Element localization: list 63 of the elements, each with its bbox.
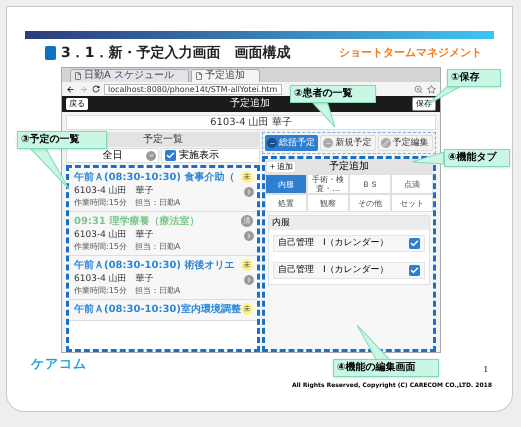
chevron-icon[interactable] — [244, 275, 254, 285]
category-tab[interactable]: その他 — [349, 194, 391, 212]
chevron-icon[interactable] — [244, 187, 254, 197]
page-number: 1 — [484, 363, 488, 376]
schedule-meta: 作業時間:15分 担当：日勤A — [74, 197, 182, 208]
callout: ④機能の編集画面 — [333, 359, 439, 377]
page-icon — [195, 72, 204, 80]
page-icon — [74, 72, 82, 80]
forward-icon[interactable] — [79, 84, 88, 94]
screen-title: 予定追加 — [229, 99, 271, 109]
category-tab[interactable]: ＢＳ — [349, 174, 391, 194]
callout: ①保存 — [447, 69, 501, 87]
period-select[interactable]: 全日 — [66, 148, 159, 163]
company-logo: ケアコム — [31, 356, 87, 374]
checkbox-label: 実施表示 — [179, 150, 219, 160]
chevron-icon[interactable] — [244, 231, 254, 241]
patient-bar[interactable]: 6103-4 山田 華子 — [66, 115, 436, 130]
checkbox[interactable] — [165, 150, 176, 161]
schedule-meta: 作業時間:15分 担当：日勤A — [74, 241, 182, 252]
section-header: 内服 — [269, 216, 429, 230]
callout: ③予定の一覧 — [17, 131, 107, 149]
category-tab[interactable]: 内服 — [265, 174, 307, 194]
category-tab[interactable]: 処置 — [265, 194, 307, 212]
schedule-title: 午前Ａ(08:30-10:30)室内環境調整 — [74, 303, 239, 317]
medication-row[interactable]: 自己管理 Ⅰ（カレンダー） — [273, 235, 425, 252]
back-button[interactable]: 戻る — [66, 98, 88, 110]
title-marker-icon — [45, 46, 56, 60]
plus-icon — [269, 163, 276, 170]
schedule-meta: 作業時間:15分 担当：日勤A — [74, 285, 182, 296]
product-name: ショートタームマネジメント — [339, 44, 482, 61]
schedule-title: 09:31 理学療養（療法室） — [74, 215, 200, 229]
function-tab[interactable]: 新規予定 — [320, 135, 376, 151]
patient-name: 6103-4 山田 華子 — [74, 185, 155, 197]
category-tab[interactable]: 点滴 — [391, 174, 433, 194]
function-tab[interactable]: 予定編集 — [378, 135, 433, 151]
schedule-title: 午前Ａ(08:30-10:30) 術後オリエ — [74, 259, 236, 273]
patient-name: 6103-4 山田 華子 — [74, 229, 155, 241]
add-button[interactable]: 追加 — [267, 162, 295, 172]
browser-tab[interactable]: 予定追加 — [191, 69, 260, 82]
checkbox[interactable] — [409, 265, 420, 276]
slide-title: 3．1．新・予定入力画面 画面構成 — [61, 44, 290, 62]
patient-name: 6103-4 山田 華子 — [74, 273, 155, 285]
minus-icon — [323, 138, 334, 148]
checkbox[interactable] — [409, 238, 420, 249]
bookmark-star-icon[interactable] — [427, 84, 436, 94]
editor-title: 予定追加 — [329, 162, 369, 172]
function-tab[interactable]: 総括予定 — [265, 135, 318, 151]
reload-icon[interactable] — [92, 85, 100, 93]
medication-label: 自己管理 Ⅰ（カレンダー） — [278, 239, 390, 248]
back-icon[interactable] — [66, 84, 75, 94]
callout-tail — [412, 150, 446, 166]
category-tab[interactable]: セット — [391, 194, 433, 212]
medication-row[interactable]: 自己管理 Ⅰ（カレンダー） — [273, 262, 425, 279]
browser-tab[interactable]: 日勤A スケジュール — [70, 69, 190, 82]
zoom-icon[interactable] — [414, 84, 423, 94]
address-field[interactable]: localhost:8080/phone14t/STM-allYotei.htm — [104, 84, 282, 94]
category-tab[interactable]: 手術・検査・… — [307, 174, 349, 194]
category-tab[interactable]: 観察 — [307, 194, 349, 212]
minus-icon — [267, 138, 277, 148]
schedule-title: 午前Ａ(08:30-10:30) 食事介助（ — [74, 171, 236, 185]
medication-label: 自己管理 Ⅰ（カレンダー） — [278, 266, 390, 275]
pencil-icon — [380, 138, 391, 148]
dropdown-icon — [146, 150, 156, 160]
